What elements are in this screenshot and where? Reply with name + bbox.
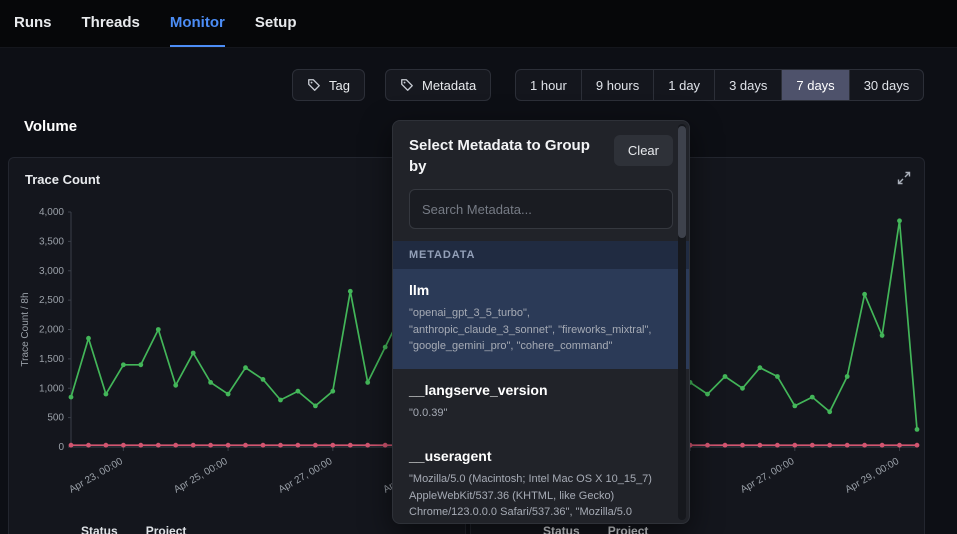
svg-text:3,500: 3,500	[39, 236, 64, 247]
svg-text:500: 500	[47, 413, 64, 424]
metadata-option-values: "openai_gpt_3_5_turbo", "anthropic_claud…	[409, 305, 665, 355]
column-header-project: Project	[146, 524, 187, 534]
tag-filter-button[interactable]: Tag	[292, 69, 365, 101]
tag-icon	[307, 78, 321, 92]
metadata-option-name: __useragent	[409, 448, 665, 464]
svg-text:2,000: 2,000	[39, 325, 64, 336]
metadata-option-useragent[interactable]: __useragent "Mozilla/5.0 (Macintosh; Int…	[393, 435, 689, 524]
metadata-section-header: METADATA	[393, 241, 689, 269]
range-3-days[interactable]: 3 days	[715, 70, 782, 100]
top-nav: Runs Threads Monitor Setup	[0, 0, 957, 48]
column-header-status: Status	[81, 524, 118, 534]
popover-scrollbar-thumb[interactable]	[678, 126, 686, 238]
svg-text:Apr 25, 00:00: Apr 25, 00:00	[172, 456, 230, 496]
tag-button-label: Tag	[329, 78, 350, 93]
svg-text:3,000: 3,000	[39, 266, 64, 277]
svg-text:Apr 29, 00:00: Apr 29, 00:00	[844, 456, 902, 496]
svg-text:1,000: 1,000	[39, 383, 64, 394]
popover-scrollbar-track	[678, 124, 686, 520]
svg-text:Apr 23, 00:00: Apr 23, 00:00	[67, 456, 125, 496]
search-wrap	[393, 187, 689, 241]
clear-button[interactable]: Clear	[614, 135, 673, 166]
metadata-search-input[interactable]	[409, 189, 673, 229]
metadata-option-name: __langserve_version	[409, 382, 665, 398]
metadata-option-values: "Mozilla/5.0 (Macintosh; Intel Mac OS X …	[409, 471, 665, 524]
time-range-selector: 1 hour 9 hours 1 day 3 days 7 days 30 da…	[515, 69, 924, 101]
tag-icon	[400, 78, 414, 92]
metadata-option-name: llm	[409, 282, 665, 298]
popover-title: Select Metadata to Group by	[409, 135, 599, 177]
column-header-project: Project	[608, 524, 649, 534]
metadata-group-popover: Select Metadata to Group by Clear METADA…	[392, 120, 690, 524]
svg-text:Apr 27, 00:00: Apr 27, 00:00	[739, 456, 797, 496]
svg-text:Apr 27, 00:00: Apr 27, 00:00	[277, 456, 335, 496]
breakdown-table-headers: Status Project	[543, 524, 648, 534]
range-7-days[interactable]: 7 days	[782, 70, 849, 100]
expand-icon[interactable]	[896, 170, 912, 186]
nav-item-runs[interactable]: Runs	[14, 0, 52, 47]
range-1-hour[interactable]: 1 hour	[516, 70, 582, 100]
range-9-hours[interactable]: 9 hours	[582, 70, 654, 100]
popover-header: Select Metadata to Group by Clear	[393, 121, 689, 187]
nav-item-setup[interactable]: Setup	[255, 0, 297, 47]
range-1-day[interactable]: 1 day	[654, 70, 715, 100]
metadata-option-langserve-version[interactable]: __langserve_version "0.0.39"	[393, 369, 689, 436]
column-header-status: Status	[543, 524, 580, 534]
nav-item-monitor[interactable]: Monitor	[170, 0, 225, 47]
svg-text:0: 0	[58, 442, 64, 453]
svg-text:4,000: 4,000	[39, 207, 64, 218]
metadata-option-llm[interactable]: llm "openai_gpt_3_5_turbo", "anthropic_c…	[393, 269, 689, 369]
section-title-volume: Volume	[24, 118, 77, 135]
svg-text:2,500: 2,500	[39, 295, 64, 306]
metadata-filter-button[interactable]: Metadata	[385, 69, 491, 101]
range-30-days[interactable]: 30 days	[850, 70, 924, 100]
breakdown-table-headers: Status Project	[81, 524, 186, 534]
nav-item-threads[interactable]: Threads	[82, 0, 140, 47]
metadata-option-values: "0.0.39"	[409, 405, 665, 422]
metadata-button-label: Metadata	[422, 78, 476, 93]
chart-title: Trace Count	[25, 172, 100, 187]
svg-text:1,500: 1,500	[39, 354, 64, 365]
svg-text:Trace Count / 8h: Trace Count / 8h	[20, 292, 31, 366]
